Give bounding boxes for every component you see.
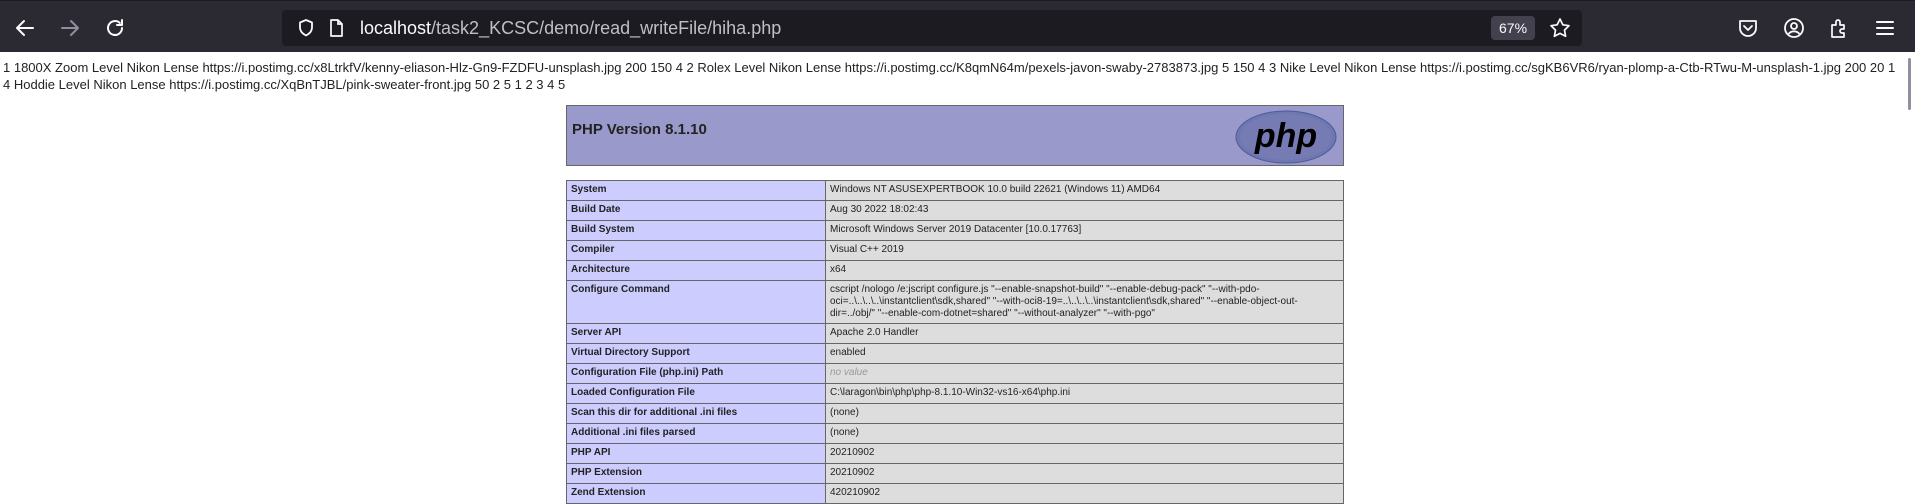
php-logo[interactable]: php bbox=[1235, 110, 1337, 169]
phpinfo-value: x64 bbox=[825, 260, 1344, 281]
phpinfo-value: no value bbox=[825, 363, 1344, 384]
account-icon[interactable] bbox=[1779, 13, 1809, 43]
phpinfo-key: Configure Command bbox=[566, 280, 826, 324]
phpinfo-key: Compiler bbox=[566, 240, 826, 261]
phpinfo-row: Configuration File (php.ini) Path no valu… bbox=[566, 363, 1344, 384]
phpinfo-row: PHP Extension 20210902 bbox=[566, 463, 1344, 484]
phpinfo-key: Architecture bbox=[566, 260, 826, 281]
phpinfo-key: System bbox=[566, 180, 826, 201]
phpinfo-value: (none) bbox=[825, 423, 1344, 444]
phpinfo-key: PHP API bbox=[566, 443, 826, 464]
phpinfo-row: Compiler Visual C++ 2019 bbox=[566, 240, 1344, 261]
phpinfo-row: Loaded Configuration File C:\laragon\bin\… bbox=[566, 383, 1344, 404]
phpinfo-key: Additional .ini files parsed bbox=[566, 423, 826, 444]
phpinfo-key: PHP Extension bbox=[566, 463, 826, 484]
browser-toolbar: localhost/task2_KCSC/demo/read_writeFile… bbox=[0, 0, 1915, 52]
phpinfo-value: 20210902 bbox=[825, 443, 1344, 464]
phpinfo-row: System Windows NT ASUSEXPERTBOOK 10.0 bui… bbox=[566, 180, 1344, 201]
shield-icon[interactable] bbox=[296, 18, 316, 38]
page-info-icon[interactable] bbox=[326, 18, 346, 38]
back-arrow-icon[interactable] bbox=[10, 13, 40, 43]
phpinfo-value: Microsoft Windows Server 2019 Datacenter… bbox=[825, 220, 1344, 241]
phpinfo-value: cscript /nologo /e:jscript configure.js … bbox=[825, 280, 1344, 324]
phpinfo-row: Server API Apache 2.0 Handler bbox=[566, 323, 1344, 344]
script-output-text: 1 1800X Zoom Level Nikon Lense https://i… bbox=[3, 60, 1896, 92]
phpinfo-key: Zend Extension bbox=[566, 483, 826, 504]
phpinfo-row: Zend Extension 420210902 bbox=[566, 483, 1344, 504]
phpinfo-row: Scan this dir for additional .ini files(… bbox=[566, 403, 1344, 424]
pocket-icon[interactable] bbox=[1733, 13, 1763, 43]
phpinfo-value: Apache 2.0 Handler bbox=[825, 323, 1344, 344]
forward-arrow-icon[interactable] bbox=[55, 13, 85, 43]
phpinfo-key: Configuration File (php.ini) Path bbox=[566, 363, 826, 384]
phpinfo-key: Build Date bbox=[566, 200, 826, 221]
zoom-level-button[interactable]: 67% bbox=[1491, 16, 1536, 40]
phpinfo-key: Scan this dir for additional .ini files bbox=[566, 403, 826, 424]
phpinfo-value: 420210902 bbox=[825, 483, 1344, 504]
address-bar[interactable]: localhost/task2_KCSC/demo/read_writeFile… bbox=[282, 10, 1582, 46]
phpinfo-table: System Windows NT ASUSEXPERTBOOK 10.0 bui… bbox=[566, 180, 1344, 504]
phpinfo-row: Architecture x64 bbox=[566, 260, 1344, 281]
svg-text:php: php bbox=[1254, 117, 1317, 155]
url-text[interactable]: localhost/task2_KCSC/demo/read_writeFile… bbox=[360, 10, 781, 46]
phpinfo-value: Windows NT ASUSEXPERTBOOK 10.0 build 226… bbox=[825, 180, 1344, 201]
bookmark-star-icon[interactable] bbox=[1549, 17, 1571, 39]
reload-icon[interactable] bbox=[100, 13, 130, 43]
phpinfo-row: Configure Command cscript /nologo /e:jscr… bbox=[566, 280, 1344, 324]
phpinfo-value: Aug 30 2022 18:02:43 bbox=[825, 200, 1344, 221]
phpinfo-row: Build Date Aug 30 2022 18:02:43 bbox=[566, 200, 1344, 221]
phpinfo-value: C:\laragon\bin\php\php-8.1.10-Win32-vs16… bbox=[825, 383, 1344, 404]
phpinfo-key: Server API bbox=[566, 323, 826, 344]
php-version-title: PHP Version 8.1.10 bbox=[572, 121, 707, 138]
extensions-icon[interactable] bbox=[1824, 13, 1854, 43]
phpinfo-row: Build System Microsoft Windows Server 201… bbox=[566, 220, 1344, 241]
scrollbar[interactable] bbox=[1908, 58, 1911, 110]
phpinfo-row: Additional .ini files parsed (none) bbox=[566, 423, 1344, 444]
phpinfo-value: 20210902 bbox=[825, 463, 1344, 484]
phpinfo-value: Visual C++ 2019 bbox=[825, 240, 1344, 261]
phpinfo-row: PHP API 20210902 bbox=[566, 443, 1344, 464]
phpinfo-value: enabled bbox=[825, 343, 1344, 364]
phpinfo-key: Build System bbox=[566, 220, 826, 241]
phpinfo-header: PHP Version 8.1.10 php bbox=[566, 105, 1344, 166]
phpinfo-key: Loaded Configuration File bbox=[566, 383, 826, 404]
url-host: localhost bbox=[360, 18, 432, 38]
phpinfo-value: (none) bbox=[825, 403, 1344, 424]
url-path: /task2_KCSC/demo/read_writeFile/hiha.php bbox=[431, 18, 782, 38]
phpinfo-row: Virtual Directory Support enabled bbox=[566, 343, 1344, 364]
phpinfo-key: Virtual Directory Support bbox=[566, 343, 826, 364]
menu-hamburger-icon[interactable] bbox=[1870, 13, 1900, 43]
